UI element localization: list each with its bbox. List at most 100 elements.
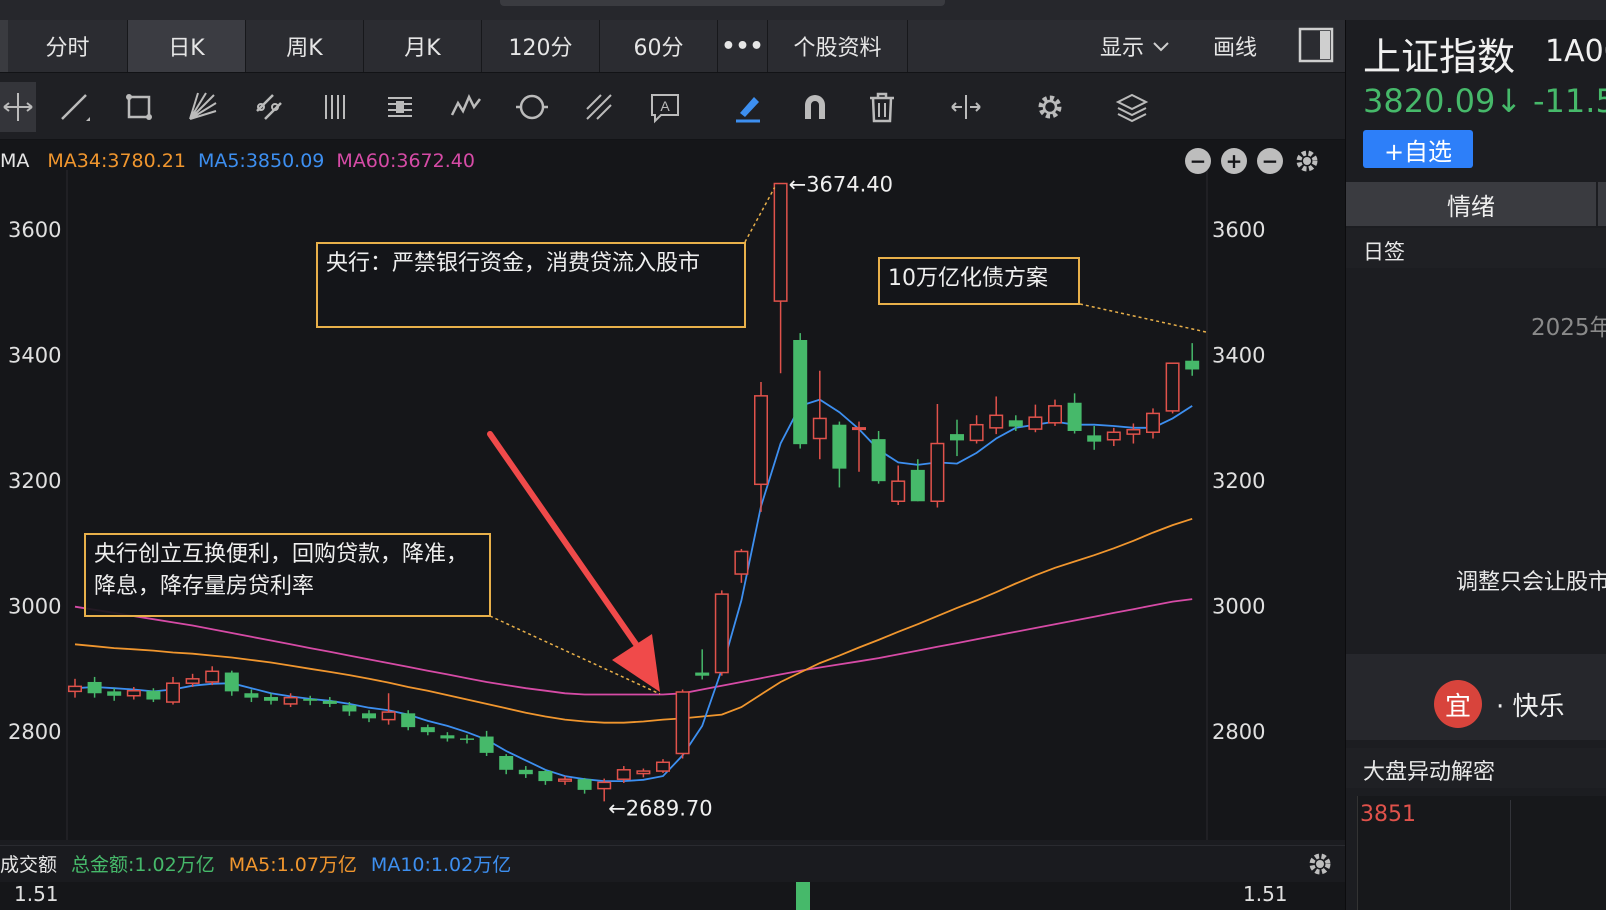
candle-body (675, 691, 690, 755)
candle-body (460, 738, 474, 740)
candle-body (479, 736, 494, 753)
tab-bar-edge (0, 20, 8, 72)
cycle-tool-icon[interactable] (510, 82, 554, 132)
trash-icon[interactable] (860, 82, 904, 132)
candle-body (871, 439, 886, 482)
display-dropdown[interactable]: 显示 (1100, 20, 1172, 72)
candle-body (832, 424, 847, 469)
layers-icon[interactable] (1110, 82, 1154, 132)
window-top-handle (500, 0, 945, 6)
candle-body (87, 681, 102, 694)
zoom-in-icon[interactable]: + (1221, 148, 1247, 174)
svg-text:A: A (660, 98, 670, 114)
tab-sentiment[interactable]: 情绪 (1346, 182, 1596, 226)
magnet-icon[interactable] (793, 82, 837, 132)
draw-lines-button[interactable]: 画线 (1213, 20, 1257, 72)
zoom-out-icon[interactable]: − (1185, 148, 1211, 174)
candle-body (910, 469, 925, 502)
volume-settings-icon[interactable] (1306, 850, 1334, 878)
candle-body (499, 756, 514, 770)
y-tick-right: 3200 (1212, 469, 1265, 493)
candle-body (714, 593, 729, 674)
tab-weekly-k[interactable]: 周K (246, 20, 364, 72)
parallel-tool-icon[interactable] (577, 82, 621, 132)
ma-legend: MA MA34:3780.21 MA5:3850.09 MA60:3672.40 (0, 146, 487, 176)
tab-60min[interactable]: 60分 (600, 20, 718, 72)
wave-tool-icon[interactable] (444, 82, 488, 132)
y-tick-left: 3000 (8, 595, 61, 619)
candle-body (577, 779, 592, 790)
candle-body (244, 693, 259, 698)
candle-body (1126, 428, 1141, 435)
candle-body (950, 434, 964, 441)
candle-body (1165, 362, 1180, 412)
tab-monthly-k[interactable]: 月K (364, 20, 482, 72)
candle-body (1067, 402, 1082, 431)
candle-body (362, 713, 376, 719)
settings-icon[interactable] (1028, 82, 1072, 132)
daily-sign-title: 日签 (1363, 240, 1405, 264)
candle-body (930, 442, 945, 503)
index-name: 上证指数 (1363, 35, 1516, 79)
market-anomaly-title[interactable]: 大盘异动解密 (1363, 754, 1495, 786)
candle-body (812, 417, 827, 440)
annotation-pboc-ban: 央行：严禁银行资金，消费贷流入股市 (316, 242, 746, 328)
ma34-value: MA34:3780.21 (47, 150, 186, 172)
mini-chart-gridline (1510, 800, 1511, 910)
tab-daily-k[interactable]: 日K (128, 20, 246, 72)
candle-body (616, 769, 631, 780)
annotation-tool-icon[interactable]: A (643, 82, 687, 132)
fibonacci-tool-icon[interactable] (314, 82, 358, 132)
y-tick-left: 3400 (8, 344, 61, 368)
display-label: 显示 (1100, 36, 1145, 61)
tab-more[interactable]: ••• (718, 20, 768, 72)
y-tick-right: 2800 (1212, 720, 1265, 744)
candle-body (1008, 420, 1023, 427)
daily-sign-text: 调整只会让股市 (1456, 570, 1606, 595)
index-code: 1A0001 (1545, 34, 1606, 69)
text-list-tool-icon[interactable] (378, 82, 422, 132)
tab-next-edge[interactable] (1598, 182, 1606, 226)
daily-sign-date: 2025年 (1531, 315, 1606, 341)
y-tick-left: 2800 (8, 720, 61, 744)
highlighter-icon[interactable] (726, 82, 770, 132)
tab-intraday[interactable]: 分时 (8, 20, 128, 72)
candle-body (1185, 360, 1200, 370)
fit-width-icon[interactable] (944, 82, 988, 132)
high-price-marker: ←3674.40 (789, 173, 893, 197)
candle-body (107, 691, 122, 696)
volume-y-label-left: 1.51 (14, 882, 59, 906)
candle-body (1146, 412, 1160, 433)
candle-body (1048, 405, 1062, 424)
volume-y-label-right: 1.51 (1243, 882, 1288, 906)
add-watchlist-button[interactable]: +自选 (1363, 130, 1473, 168)
candle-body (205, 670, 220, 683)
candle-body (185, 678, 200, 684)
crosshair-tool-icon[interactable] (0, 82, 36, 132)
candle-body (969, 423, 984, 442)
candle-body (381, 711, 396, 721)
chart-settings-icon[interactable] (1293, 147, 1321, 175)
volume-ma10: MA10:1.02万亿 (370, 853, 512, 876)
candle-body (68, 685, 82, 693)
candle-body (538, 771, 553, 782)
collapse-icon[interactable]: − (1257, 148, 1283, 174)
candle-body (793, 340, 808, 445)
candle-body (597, 781, 612, 790)
candle-body (754, 395, 768, 486)
tab-stock-profile[interactable]: 个股资料 (768, 20, 908, 72)
fortune-badge: 宜 (1434, 680, 1482, 728)
candle-body (224, 672, 239, 692)
volume-legend: 成交额 总金额:1.02万亿 MA5:1.07万亿 MA10:1.02万亿 (0, 848, 525, 878)
tab-120min[interactable]: 120分 (482, 20, 600, 72)
candle-body (146, 690, 161, 700)
candle-body (989, 414, 1004, 429)
index-change: -11.57 (1533, 82, 1606, 120)
fan-tool-icon[interactable] (180, 82, 224, 132)
volume-area (0, 882, 1345, 910)
channel-tool-icon[interactable] (247, 82, 291, 132)
panel-toggle-icon[interactable] (1298, 27, 1334, 67)
rect-tool-icon[interactable] (117, 82, 161, 132)
leader-line-ban (744, 187, 776, 243)
line-tool-icon[interactable] (52, 82, 96, 132)
